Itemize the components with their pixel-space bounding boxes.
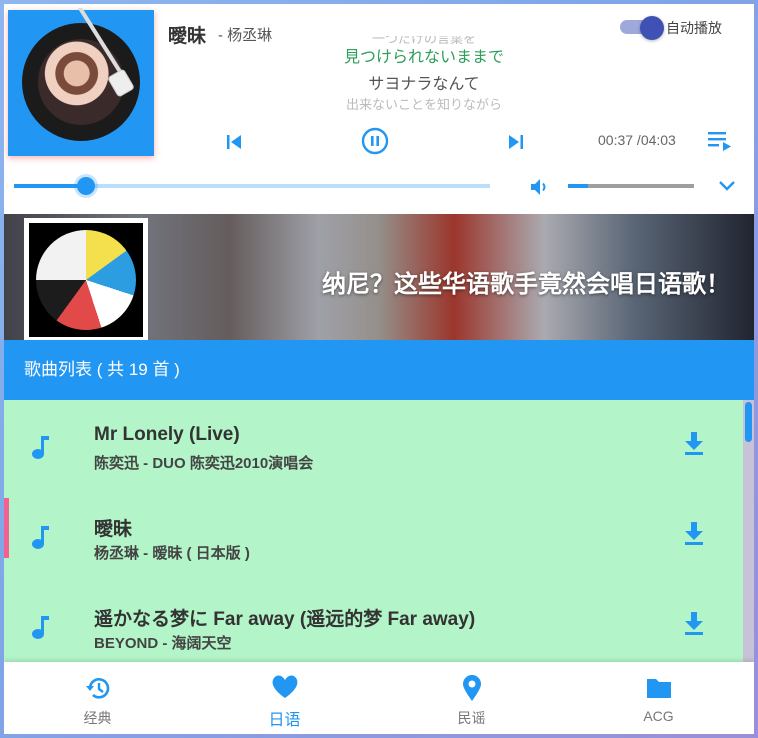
song-item-title: 曖昧 [94,519,133,540]
lyric-prev-line: 一つだけの言葉を [371,36,476,44]
player-panel: 曖昧 - 杨丞琳 一つだけの言葉を 見つけられないままで サヨナラなんて 出来な… [4,4,754,214]
location-pin-icon [462,675,481,701]
skip-next-icon[interactable] [504,130,528,154]
progress-fill [14,184,87,188]
song-item-title: Mr Lonely (Live) [94,424,240,445]
nav-tab-classic[interactable]: 经典 [4,662,191,734]
chevron-down-icon[interactable] [716,178,738,194]
lyric-next-line: サヨナラなんて [368,76,480,93]
progress-thumb[interactable] [77,177,96,195]
playlist-cover-art [29,223,143,337]
skip-previous-icon[interactable] [222,130,246,154]
bottom-navigation: 经典 日语 民谣 ACG [4,662,754,734]
playlist-banner: 纳尼？这些华语歌手竟然会唱日语歌！ [4,214,754,340]
volume-icon[interactable] [528,176,550,198]
nav-tab-japanese[interactable]: 日语 [191,662,378,734]
playlist-cover [24,218,148,340]
progress-slider[interactable] [14,177,490,195]
song-item-title: 遥かなる梦に Far away (遥远的梦 Far away) [94,609,476,630]
nav-tab-acg[interactable]: ACG [565,662,752,734]
song-list-item[interactable]: 曖昧 杨丞琳 - 暧昧 ( 日本版 ) [4,490,742,580]
lyric-current-line: 見つけられないままで [343,49,504,66]
music-note-icon [32,526,49,549]
tonearm-icon [78,8,134,97]
download-icon[interactable] [682,520,706,546]
volume-slider[interactable] [568,184,694,188]
music-note-icon [32,436,49,459]
now-playing-artist: - 杨丞琳 [218,27,273,44]
autoplay-label: 自动播放 [666,20,722,36]
now-playing-title: 曖昧 [168,26,207,47]
nav-label: 民谣 [457,710,486,726]
song-item-subtitle: BEYOND - 海阔天空 [94,635,232,652]
song-list-item[interactable]: 遥かなる梦に Far away (遥远的梦 Far away) BEYOND -… [4,580,742,662]
playlist-title: 纳尼？这些华语歌手竟然会唱日语歌！ [322,271,730,298]
autoplay-toggle[interactable] [620,16,664,40]
cover-art-circle [36,230,136,330]
music-note-icon [32,616,49,639]
download-icon[interactable] [682,430,706,456]
scrollbar-thumb[interactable] [745,402,752,442]
nav-label: ACG [643,708,674,724]
history-icon [85,678,109,699]
download-icon[interactable] [682,610,706,636]
nav-tab-folk[interactable]: 民谣 [378,662,565,734]
lyrics-panel: 一つだけの言葉を 見つけられないままで サヨナラなんて 出来ないことを知りながら [294,36,554,126]
nav-label: 经典 [83,710,112,726]
toggle-knob [640,16,664,40]
time-display: 00:37 /04:03 [598,132,676,148]
music-app: 曖昧 - 杨丞琳 一つだけの言葉を 見つけられないままで サヨナラなんて 出来な… [4,4,754,734]
song-item-subtitle: 陈奕迅 - DUO 陈奕迅2010演唱会 [94,455,314,472]
volume-fill [568,184,589,188]
folder-icon [646,679,671,698]
lyric-after-line: 出来ないことを知りながら [345,98,502,112]
song-item-subtitle: 杨丞琳 - 暧昧 ( 日本版 ) [94,545,250,562]
song-list-scrollbar[interactable] [743,400,754,662]
playlist-play-icon[interactable] [706,128,734,154]
pause-circle-icon[interactable] [360,126,390,156]
album-cover[interactable] [8,8,154,156]
nav-label: 日语 [268,712,301,729]
song-list: Mr Lonely (Live) 陈奕迅 - DUO 陈奕迅2010演唱会 曖昧… [4,400,754,662]
song-list-item[interactable]: Mr Lonely (Live) 陈奕迅 - DUO 陈奕迅2010演唱会 [4,400,742,490]
heart-icon [272,675,297,698]
song-list-header: 歌曲列表 ( 共 19 首 ) [4,340,754,400]
